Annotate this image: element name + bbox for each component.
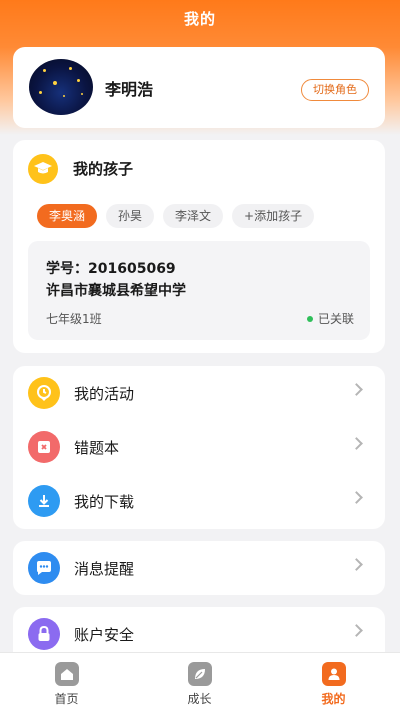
tab-label: 我的 xyxy=(321,692,346,706)
tab-label: 首页 xyxy=(54,692,79,706)
chevron-right-icon xyxy=(350,383,363,396)
user-icon xyxy=(322,662,346,686)
menu-label: 我的活动 xyxy=(74,385,135,403)
profile-card: 李明浩 切换角色 xyxy=(13,47,385,128)
child-tab[interactable]: 李泽文 xyxy=(163,204,224,228)
mistake-book-icon xyxy=(28,431,60,463)
child-tabs: 李奥涵 孙昊 李泽文 +添加孩子 xyxy=(37,204,315,228)
tab-mine[interactable]: 我的 xyxy=(267,653,400,711)
menu-label: 账户安全 xyxy=(74,626,135,644)
child-tab[interactable]: 孙昊 xyxy=(106,204,155,228)
menu-group: 我的活动 错题本 我的下载 xyxy=(13,366,385,529)
menu-item-notifications[interactable]: 消息提醒 xyxy=(13,541,385,595)
home-icon xyxy=(55,662,79,686)
page-title: 我的 xyxy=(183,10,216,28)
leaf-icon xyxy=(188,662,212,686)
menu-label: 消息提醒 xyxy=(74,560,135,578)
student-id: 学号：201605069 xyxy=(46,261,176,277)
lock-icon xyxy=(28,618,60,650)
avatar[interactable] xyxy=(29,59,93,115)
menu-item-activities[interactable]: 我的活动 xyxy=(13,366,385,420)
chevron-right-icon xyxy=(350,437,363,450)
download-icon xyxy=(28,485,60,517)
tab-label: 成长 xyxy=(187,692,212,706)
menu-group: 消息提醒 xyxy=(13,541,385,595)
tab-growth[interactable]: 成长 xyxy=(133,653,266,711)
chevron-right-icon xyxy=(350,491,363,504)
school-name: 许昌市襄城县希望中学 xyxy=(46,283,186,299)
add-child-button[interactable]: +添加孩子 xyxy=(232,204,315,228)
my-children-card: 我的孩子 李奥涵 孙昊 李泽文 +添加孩子 学号：201605069 许昌市襄城… xyxy=(13,140,385,353)
menu-item-downloads[interactable]: 我的下载 xyxy=(13,474,385,528)
my-children-title: 我的孩子 xyxy=(73,160,134,178)
menu-label: 我的下载 xyxy=(74,493,135,511)
child-info-panel[interactable]: 学号：201605069 许昌市襄城县希望中学 七年级1班 已关联 xyxy=(28,241,370,340)
chevron-right-icon xyxy=(350,558,363,571)
status-dot xyxy=(306,315,313,322)
tab-home[interactable]: 首页 xyxy=(0,653,133,711)
message-icon xyxy=(28,552,60,584)
username: 李明浩 xyxy=(105,80,154,99)
child-tab[interactable]: 李奥涵 xyxy=(37,204,98,228)
activity-icon xyxy=(28,377,60,409)
menu-item-mistakes[interactable]: 错题本 xyxy=(13,420,385,474)
chevron-right-icon xyxy=(350,624,363,637)
bottom-tab-bar: 首页 成长 我的 xyxy=(0,652,400,711)
menu-label: 错题本 xyxy=(74,439,120,457)
graduation-cap-icon xyxy=(28,154,58,184)
link-status: 已关联 xyxy=(306,310,354,327)
grade-class: 七年级1班 xyxy=(46,312,102,326)
switch-role-button[interactable]: 切换角色 xyxy=(301,79,369,101)
